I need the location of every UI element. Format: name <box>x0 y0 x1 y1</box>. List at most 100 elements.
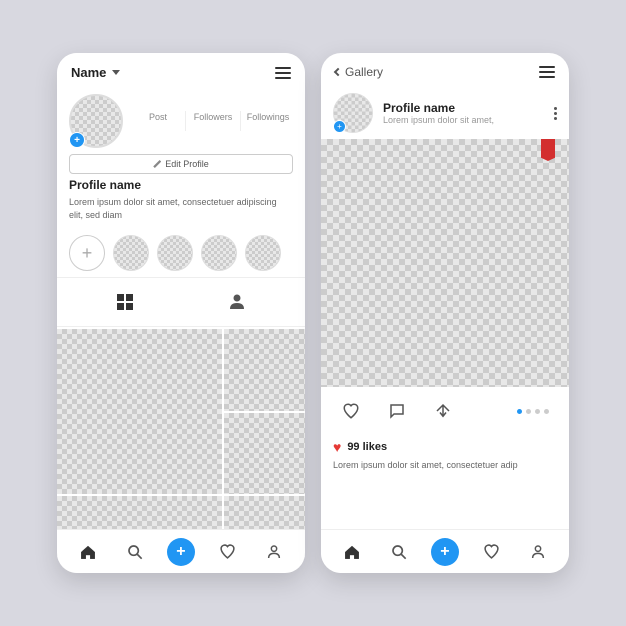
add-icon: + <box>167 538 195 566</box>
story-item[interactable] <box>157 235 193 271</box>
dot <box>554 117 557 120</box>
hamburger-line <box>275 72 291 74</box>
phone-left: Name + Post <box>57 53 305 573</box>
photo-cell[interactable] <box>224 329 305 410</box>
story-item[interactable] <box>113 235 149 271</box>
nav-heart-button[interactable] <box>209 534 245 570</box>
nav-search-button[interactable] <box>117 534 153 570</box>
nav-home-button[interactable] <box>70 534 106 570</box>
photo-cell[interactable] <box>224 413 305 494</box>
bottom-nav-left: + <box>57 529 305 573</box>
edit-profile-label: Edit Profile <box>165 159 209 169</box>
search-icon <box>391 544 407 560</box>
likes-count: 99 likes <box>347 441 387 453</box>
nav-heart-button[interactable] <box>473 534 509 570</box>
view-toggle <box>57 277 305 327</box>
gallery-profile-name: Profile name <box>383 101 544 115</box>
heart-icon <box>219 543 236 560</box>
photo-cell[interactable] <box>57 329 222 494</box>
heart-icon <box>483 543 500 560</box>
stat-divider <box>240 111 241 131</box>
search-icon <box>127 544 143 560</box>
avatar-wrap: + <box>69 94 123 148</box>
grid-icon <box>116 293 134 311</box>
stat-followings: Followings <box>243 111 293 131</box>
nav-search-button[interactable] <box>381 534 417 570</box>
like-button[interactable] <box>333 393 369 429</box>
heart-outline-icon <box>342 402 360 420</box>
followings-label: Followings <box>243 112 293 122</box>
profile-name: Profile name <box>69 178 293 192</box>
edit-profile-button[interactable]: Edit Profile <box>69 154 293 174</box>
chevron-down-icon <box>112 70 120 75</box>
nav-add-button[interactable]: + <box>163 534 199 570</box>
hamburger-line <box>539 76 555 78</box>
stat-divider <box>185 111 186 131</box>
person-icon <box>228 293 246 311</box>
add-icon: + <box>431 538 459 566</box>
likes-row: ♥ 99 likes <box>321 435 569 457</box>
gallery-add-story-button[interactable]: + <box>333 120 346 133</box>
nav-profile-button[interactable] <box>256 534 292 570</box>
back-button[interactable]: Gallery <box>335 65 383 79</box>
dot <box>544 409 549 414</box>
nav-profile-button[interactable] <box>520 534 556 570</box>
grid-view-button[interactable] <box>107 284 143 320</box>
dot <box>554 112 557 115</box>
home-icon <box>343 543 361 561</box>
comment-button[interactable] <box>379 393 415 429</box>
dot <box>554 107 557 110</box>
profile-title[interactable]: Name <box>71 65 120 80</box>
stats-row: Post Followers Followings <box>133 111 293 131</box>
gallery-profile-info: Profile name Lorem ipsum dolor sit amet, <box>383 101 544 125</box>
stat-post: Post <box>133 111 183 131</box>
action-row <box>321 387 569 435</box>
phone-right: Gallery + Profile name Lorem ipsum dolor… <box>321 53 569 573</box>
back-arrow-icon <box>334 68 342 76</box>
dot <box>526 409 531 414</box>
bookmark-ribbon <box>541 139 555 161</box>
profile-bio: Lorem ipsum dolor sit amet, consectetuer… <box>69 196 293 221</box>
profile-icon <box>530 544 546 560</box>
story-item[interactable] <box>245 235 281 271</box>
hamburger-line <box>275 67 291 69</box>
caption-text: Lorem ipsum dolor sit amet, consectetuer… <box>333 460 518 470</box>
gallery-profile-row: + Profile name Lorem ipsum dolor sit ame… <box>321 87 569 139</box>
comment-icon <box>388 402 406 420</box>
followers-label: Followers <box>188 112 238 122</box>
bottom-nav-right: + <box>321 529 569 573</box>
hamburger-icon[interactable] <box>275 67 291 79</box>
gallery-label: Gallery <box>345 65 383 79</box>
share-icon <box>434 402 452 420</box>
main-photo <box>321 139 569 387</box>
caption-row: Lorem ipsum dolor sit amet, consectetuer… <box>321 457 569 480</box>
gallery-avatar-wrap: + <box>333 93 373 133</box>
top-bar-right: Gallery <box>321 53 569 87</box>
hamburger-line <box>539 71 555 73</box>
story-item[interactable] <box>201 235 237 271</box>
home-icon <box>79 543 97 561</box>
gallery-profile-desc: Lorem ipsum dolor sit amet, <box>383 115 544 125</box>
add-story-button[interactable]: + <box>69 235 105 271</box>
stat-followers: Followers <box>188 111 238 131</box>
stories-row: + <box>57 229 305 277</box>
carousel-indicator <box>517 409 549 414</box>
post-label: Post <box>133 112 183 122</box>
add-story-button[interactable]: + <box>69 132 85 148</box>
profile-section: + Post Followers Followings <box>57 88 305 229</box>
heart-filled-icon: ♥ <box>333 439 341 455</box>
pencil-icon <box>153 160 161 168</box>
top-bar-left: Name <box>57 53 305 88</box>
more-options-button[interactable] <box>554 107 557 120</box>
share-button[interactable] <box>425 393 461 429</box>
hamburger-icon[interactable] <box>539 66 555 78</box>
profile-title-text: Name <box>71 65 106 80</box>
dot <box>535 409 540 414</box>
profile-row: + Post Followers Followings <box>69 94 293 148</box>
hamburger-line <box>539 66 555 68</box>
profile-icon <box>266 544 282 560</box>
nav-home-button[interactable] <box>334 534 370 570</box>
tagged-view-button[interactable] <box>219 284 255 320</box>
hamburger-line <box>275 77 291 79</box>
nav-add-button[interactable]: + <box>427 534 463 570</box>
